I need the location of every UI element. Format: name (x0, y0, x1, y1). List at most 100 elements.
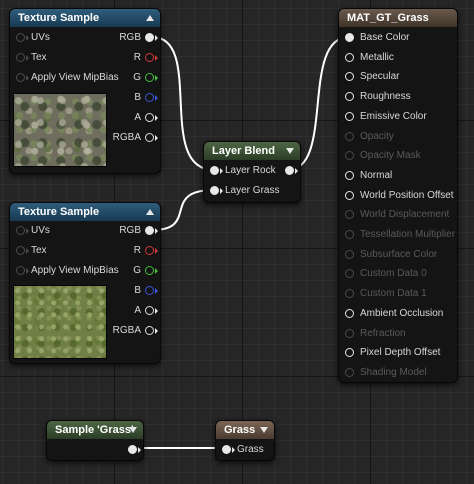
input-pin-tex[interactable]: Tex (10, 50, 47, 66)
pin-arrow-icon (155, 135, 158, 141)
pin-arrow-icon (295, 168, 298, 174)
expand-arrow-icon[interactable] (286, 148, 294, 154)
pin-arrow-icon (155, 75, 158, 81)
pin-icon[interactable] (16, 73, 25, 82)
pin-icon[interactable] (16, 53, 25, 62)
expand-arrow-icon[interactable] (260, 427, 268, 433)
pin-label: Roughness (360, 91, 411, 103)
input-pin-uvs[interactable]: UVs (10, 30, 50, 46)
input-pin-tex[interactable]: Tex (10, 243, 47, 259)
output-pin-b[interactable]: B (134, 283, 158, 299)
rock-texture-thumbnail (13, 93, 107, 167)
pin-label: Refraction (360, 327, 406, 339)
pin-icon[interactable] (16, 226, 25, 235)
pin-icon[interactable] (345, 190, 354, 200)
pin-arrow-icon (26, 268, 29, 274)
pin-icon[interactable] (345, 348, 354, 358)
collapse-arrow-icon[interactable] (146, 209, 154, 215)
pin-icon[interactable] (145, 93, 154, 102)
pin-icon[interactable] (16, 246, 25, 255)
pin-icon[interactable] (145, 113, 154, 122)
grass-layer-node[interactable]: Grass Grass (215, 420, 275, 461)
pin-arrow-icon (155, 228, 158, 234)
node-header[interactable]: Sample 'Grass' (47, 421, 143, 439)
pin-icon[interactable] (345, 111, 354, 121)
pin-icon[interactable] (145, 306, 154, 315)
material-pin-subsurface-color: Subsurface Color (339, 247, 437, 263)
material-pin-specular[interactable]: Specular (339, 69, 399, 85)
material-pin-pixel-depth-offset[interactable]: Pixel Depth Offset (339, 345, 440, 361)
pin-icon[interactable] (16, 33, 25, 42)
node-header[interactable]: Grass (216, 421, 274, 439)
pin-icon[interactable] (145, 226, 154, 235)
output-pin-rgb[interactable]: RGB (119, 223, 158, 239)
input-pin-grass[interactable]: Grass (216, 442, 264, 458)
node-header[interactable]: MAT_GT_Grass (339, 9, 457, 27)
node-header[interactable]: Texture Sample (10, 203, 160, 221)
output-pin-r[interactable]: R (134, 50, 158, 66)
texture-sample-node-1[interactable]: Texture Sample UVs Tex Apply View MipBia… (9, 8, 161, 174)
pin-arrow-icon (232, 447, 235, 453)
output-pin-g[interactable]: G (133, 263, 158, 279)
layer-blend-node[interactable]: Layer Blend Layer Rock Layer Grass (203, 141, 301, 203)
pin-icon[interactable] (222, 445, 231, 454)
pin-icon[interactable] (345, 308, 354, 318)
pin-icon (345, 249, 354, 259)
pin-icon[interactable] (145, 33, 154, 42)
pin-label: RGBA (112, 325, 141, 336)
material-pin-metallic[interactable]: Metallic (339, 50, 394, 66)
pin-icon[interactable] (145, 53, 154, 62)
output-pin[interactable] (104, 442, 141, 458)
material-output-node[interactable]: MAT_GT_Grass Base Color Metallic Specular R… (338, 8, 458, 383)
output-pin-a[interactable]: A (134, 303, 158, 319)
pin-icon[interactable] (145, 73, 154, 82)
node-header[interactable]: Layer Blend (204, 142, 300, 160)
output-pin-rgba[interactable]: RGBA (112, 323, 158, 339)
pin-arrow-icon (26, 248, 29, 254)
pin-icon[interactable] (345, 72, 354, 82)
pin-icon[interactable] (210, 166, 219, 175)
pin-arrow-icon (26, 55, 29, 61)
collapse-arrow-icon[interactable] (146, 15, 154, 21)
pin-icon[interactable] (128, 445, 137, 454)
pin-icon[interactable] (145, 266, 154, 275)
output-pin-b[interactable]: B (134, 90, 158, 106)
pin-icon[interactable] (345, 52, 354, 62)
input-pin-layer-grass[interactable]: Layer Grass (204, 183, 279, 199)
pin-icon (345, 230, 354, 239)
input-pin-uvs[interactable]: UVs (10, 223, 50, 239)
pin-icon[interactable] (285, 166, 294, 175)
material-pin-base-color[interactable]: Base Color (339, 30, 409, 46)
output-pin-rgba[interactable]: RGBA (113, 130, 158, 146)
pin-label: Normal (360, 169, 393, 181)
sample-grass-node[interactable]: Sample 'Grass' (46, 420, 144, 461)
output-pin-r[interactable]: R (134, 243, 158, 259)
expand-arrow-icon[interactable] (129, 427, 137, 433)
node-header[interactable]: Texture Sample (10, 9, 160, 27)
input-pin-mipbias[interactable]: Apply View MipBias (10, 70, 119, 86)
output-pin-g[interactable]: G (133, 70, 158, 86)
material-pin-world-position-offset[interactable]: World Position Offset (339, 188, 454, 204)
output-pin-a[interactable]: A (134, 110, 158, 126)
pin-icon[interactable] (210, 186, 219, 195)
pin-arrow-icon (155, 115, 158, 121)
material-pin-roughness[interactable]: Roughness (339, 89, 411, 105)
material-pin-normal[interactable]: Normal (339, 168, 392, 184)
texture-sample-node-2[interactable]: Texture Sample UVs Tex Apply View MipBia… (9, 202, 161, 364)
pin-icon[interactable] (145, 133, 154, 142)
pin-label: G (133, 265, 141, 276)
output-pin-result[interactable] (261, 163, 298, 179)
output-pin-rgb[interactable]: RGB (119, 30, 158, 46)
material-pin-shading-model: Shading Model (339, 365, 427, 381)
node-title: Texture Sample (18, 12, 100, 24)
pin-icon[interactable] (345, 170, 354, 180)
pin-icon[interactable] (345, 33, 354, 42)
pin-icon[interactable] (145, 286, 154, 295)
material-pin-emissive-color[interactable]: Emissive Color (339, 109, 427, 125)
pin-icon[interactable] (345, 92, 354, 102)
material-pin-ambient-occlusion[interactable]: Ambient Occlusion (339, 306, 443, 322)
pin-icon[interactable] (145, 246, 154, 255)
pin-icon[interactable] (16, 266, 25, 275)
pin-icon[interactable] (145, 326, 154, 335)
input-pin-mipbias[interactable]: Apply View MipBias (10, 263, 119, 279)
